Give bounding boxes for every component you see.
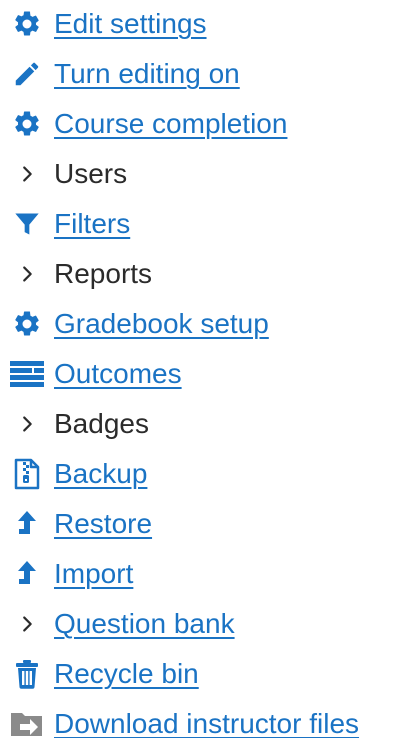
chevron-right-icon — [10, 257, 44, 291]
menu-item-label[interactable]: Recycle bin — [54, 654, 199, 694]
list-icon — [10, 357, 44, 391]
menu-item-outcomes[interactable]: Outcomes — [0, 354, 401, 394]
menu-item-gradebook-setup[interactable]: Gradebook setup — [0, 304, 401, 344]
menu-item-edit-settings[interactable]: Edit settings — [0, 4, 401, 44]
menu-item-label[interactable]: Filters — [54, 204, 130, 244]
menu-item-recycle-bin[interactable]: Recycle bin — [0, 654, 401, 694]
menu-item-label[interactable]: Turn editing on — [54, 54, 240, 94]
menu-item-label[interactable]: Download instructor files — [54, 704, 359, 738]
menu-item-turn-editing-on[interactable]: Turn editing on — [0, 54, 401, 94]
menu-item-badges[interactable]: Badges — [0, 404, 401, 444]
menu-item-label[interactable]: Edit settings — [54, 4, 207, 44]
chevron-right-icon — [10, 157, 44, 191]
folder-export-icon — [10, 707, 44, 738]
archive-file-icon — [10, 457, 44, 491]
menu-item-question-bank[interactable]: Question bank — [0, 604, 401, 644]
menu-item-label[interactable]: Course completion — [54, 104, 287, 144]
course-admin-menu: Edit settings Turn editing on Course com… — [0, 0, 401, 738]
menu-item-label: Badges — [54, 408, 149, 439]
menu-item-label[interactable]: Restore — [54, 504, 152, 544]
level-up-arrow-icon — [10, 507, 44, 541]
menu-item-import[interactable]: Import — [0, 554, 401, 594]
menu-item-download-instructor-files[interactable]: Download instructor files — [0, 704, 401, 738]
chevron-right-icon — [10, 407, 44, 441]
menu-item-filters[interactable]: Filters — [0, 204, 401, 244]
gear-icon — [10, 7, 44, 41]
menu-item-label: Users — [54, 158, 128, 189]
menu-item-reports[interactable]: Reports — [0, 254, 401, 294]
level-up-arrow-icon — [10, 557, 44, 591]
menu-item-label[interactable]: Gradebook setup — [54, 304, 269, 344]
gear-icon — [10, 107, 44, 141]
menu-item-label[interactable]: Import — [54, 554, 133, 594]
menu-item-backup[interactable]: Backup — [0, 454, 401, 494]
menu-item-restore[interactable]: Restore — [0, 504, 401, 544]
pencil-icon — [10, 57, 44, 91]
menu-item-label[interactable]: Backup — [54, 454, 147, 494]
menu-item-label[interactable]: Outcomes — [54, 354, 182, 394]
filter-icon — [10, 207, 44, 241]
gear-icon — [10, 307, 44, 341]
chevron-right-icon — [10, 607, 44, 641]
menu-item-label[interactable]: Question bank — [54, 604, 235, 644]
menu-item-label: Reports — [54, 258, 153, 289]
menu-item-course-completion[interactable]: Course completion — [0, 104, 401, 144]
trash-icon — [10, 657, 44, 691]
menu-item-users[interactable]: Users — [0, 154, 401, 194]
